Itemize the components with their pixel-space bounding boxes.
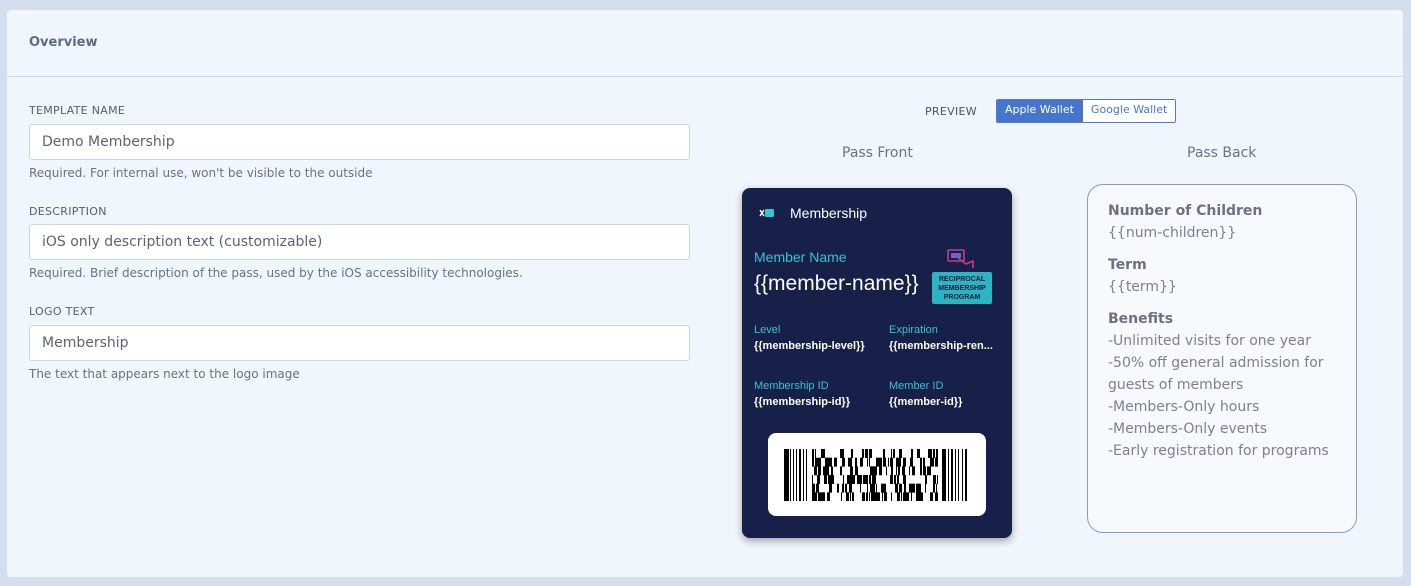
logo-text-label: LOGO TEXT [29,305,95,318]
term-label: Term [1108,257,1147,273]
num-children-label: Number of Children [1108,203,1263,219]
panel-title: Overview [29,35,98,50]
expiration-value: {{membership-ren... [889,340,993,352]
membership-card-icon [759,206,775,224]
apple-wallet-button[interactable]: Apple Wallet [997,100,1082,122]
description-help: Required. Brief description of the pass,… [29,266,523,280]
badge-label: RECIPROCAL MEMBERSHIP PROGRAM [932,272,992,304]
reciprocal-program-badge: RECIPROCAL MEMBERSHIP PROGRAM [932,248,992,304]
member-name-label: Member Name [754,249,847,265]
google-wallet-button[interactable]: Google Wallet [1081,100,1176,122]
benefits-label: Benefits [1108,311,1174,327]
level-value: {{membership-level}} [754,340,865,352]
pass-logo-text: Membership [790,205,868,221]
badge-line-3: PROGRAM [943,293,981,301]
badge-line-2: MEMBERSHIP [938,284,986,292]
description-label: DESCRIPTION [29,205,107,218]
overview-panel: Overview TEMPLATE NAME Demo Membership R… [7,10,1403,577]
logo-text-input[interactable]: Membership [29,325,690,361]
pass-back-field: Number of Children {{num-children}} [1108,200,1262,244]
membership-id-value: {{membership-id}} [754,396,850,408]
template-name-input[interactable]: Demo Membership [29,124,690,160]
pass-front-heading: Pass Front [842,145,913,161]
num-children-value: {{num-children}} [1108,225,1237,241]
pass-back-card: Number of Children {{num-children}} Term… [1087,184,1357,533]
membership-id-label: Membership ID [754,380,829,392]
card-hand-icon [946,248,976,275]
member-id-value: {{member-id}} [889,396,963,408]
logo-text-help: The text that appears next to the logo i… [29,367,300,381]
expiration-label: Expiration [889,324,938,336]
panel-header: Overview [7,10,1403,77]
member-id-label: Member ID [889,380,944,392]
pass-back-field: Term {{term}} [1108,254,1177,298]
term-value: {{term}} [1108,279,1177,295]
preview-label: PREVIEW [925,105,977,118]
pdf417-barcode [784,449,967,501]
template-name-label: TEMPLATE NAME [29,104,126,117]
wallet-toggle: Apple Wallet Google Wallet [996,99,1177,123]
description-input[interactable]: iOS only description text (customizable) [29,224,690,260]
barcode-container [768,433,986,516]
pass-back-field: Benefits -Unlimited visits for one year … [1108,308,1338,462]
benefits-value: -Unlimited visits for one year -50% off … [1108,333,1329,459]
pass-back-heading: Pass Back [1187,145,1257,161]
badge-line-1: RECIPROCAL [938,275,986,283]
template-name-help: Required. For internal use, won't be vis… [29,166,373,180]
pass-front-card: Membership Member Name {{member-name}} R… [742,188,1012,538]
level-label: Level [754,324,781,336]
member-name-value: {{member-name}} [754,272,919,295]
